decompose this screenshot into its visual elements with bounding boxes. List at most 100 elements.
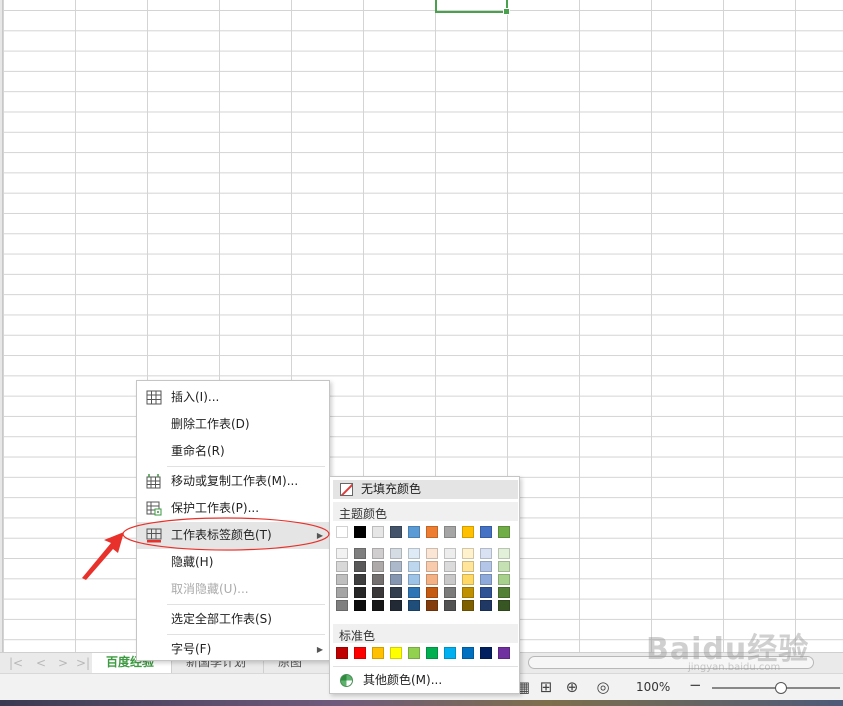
theme-shade-swatch[interactable]	[498, 574, 510, 585]
standard-color-swatch[interactable]	[462, 647, 474, 659]
standard-color-swatch[interactable]	[390, 647, 402, 659]
theme-shade-swatch[interactable]	[336, 587, 348, 598]
theme-shade-swatch[interactable]	[354, 574, 366, 585]
theme-shade-swatch[interactable]	[408, 548, 420, 559]
page-break-view-icon[interactable]: ⊞	[537, 678, 555, 696]
theme-shade-swatch[interactable]	[408, 561, 420, 572]
theme-shade-swatch[interactable]	[498, 561, 510, 572]
theme-shade-swatch[interactable]	[408, 587, 420, 598]
theme-shade-swatch[interactable]	[498, 548, 510, 559]
standard-color-swatch[interactable]	[372, 647, 384, 659]
theme-shade-swatch[interactable]	[480, 587, 492, 598]
theme-shade-swatch[interactable]	[354, 600, 366, 611]
menu-item-move-copy[interactable]: 移动或复制工作表(M)...	[137, 468, 329, 495]
theme-color-swatch[interactable]	[390, 526, 402, 538]
theme-shade-swatch[interactable]	[444, 561, 456, 572]
theme-shade-swatch[interactable]	[390, 561, 402, 572]
theme-shade-swatch[interactable]	[444, 600, 456, 611]
theme-color-swatch[interactable]	[426, 526, 438, 538]
standard-color-swatch[interactable]	[408, 647, 420, 659]
menu-item-delete-sheet[interactable]: 删除工作表(D)	[137, 411, 329, 438]
theme-shade-swatch[interactable]	[372, 548, 384, 559]
theme-shade-swatch[interactable]	[336, 561, 348, 572]
standard-color-swatch[interactable]	[426, 647, 438, 659]
more-colors-label: 其他颜色(M)...	[363, 673, 443, 687]
menu-item-insert[interactable]: 插入(I)...	[137, 384, 329, 411]
theme-color-row	[336, 526, 510, 538]
theme-shade-swatch[interactable]	[408, 574, 420, 585]
reading-mode-icon[interactable]: ◎	[594, 678, 612, 696]
submenu-arrow-icon: ▶	[316, 645, 323, 654]
theme-shade-swatch[interactable]	[444, 574, 456, 585]
theme-color-swatch[interactable]	[408, 526, 420, 538]
zoom-level[interactable]: 100%	[636, 680, 670, 694]
theme-shade-swatch[interactable]	[336, 548, 348, 559]
zoom-out-icon[interactable]: −	[689, 676, 702, 694]
theme-shade-swatch[interactable]	[390, 574, 402, 585]
menu-item-label: 选定全部工作表(S)	[171, 612, 272, 626]
theme-shade-swatch[interactable]	[426, 600, 438, 611]
menu-item-font-size[interactable]: 字号(F) ▶	[137, 636, 329, 663]
theme-shade-swatch[interactable]	[498, 600, 510, 611]
theme-shade-swatch[interactable]	[336, 574, 348, 585]
theme-color-swatch[interactable]	[444, 526, 456, 538]
theme-shade-swatch[interactable]	[390, 600, 402, 611]
menu-item-rename[interactable]: 重命名(R)	[137, 438, 329, 465]
no-fill-color-option[interactable]: 无填充颜色	[333, 480, 518, 499]
theme-shade-swatch[interactable]	[426, 587, 438, 598]
theme-shade-swatch[interactable]	[480, 561, 492, 572]
theme-shade-swatch[interactable]	[336, 600, 348, 611]
theme-shade-swatch[interactable]	[354, 587, 366, 598]
menu-item-tab-color[interactable]: 工作表标签颜色(T) ▶	[137, 522, 329, 549]
theme-shade-swatch[interactable]	[462, 600, 474, 611]
active-cell-selection[interactable]	[435, 0, 510, 15]
standard-color-swatch[interactable]	[336, 647, 348, 659]
theme-shade-swatch[interactable]	[462, 587, 474, 598]
menu-item-select-all-sheets[interactable]: 选定全部工作表(S)	[137, 606, 329, 633]
theme-color-swatch[interactable]	[498, 526, 510, 538]
theme-shade-swatch[interactable]	[390, 587, 402, 598]
theme-shade-swatch[interactable]	[480, 600, 492, 611]
theme-shade-swatch[interactable]	[408, 600, 420, 611]
theme-shade-swatch[interactable]	[372, 587, 384, 598]
theme-shade-swatch[interactable]	[354, 561, 366, 572]
menu-item-protect-sheet[interactable]: 保护工作表(P)...	[137, 495, 329, 522]
menu-item-label: 隐藏(H)	[171, 555, 214, 569]
theme-shade-swatch[interactable]	[372, 574, 384, 585]
theme-shade-swatch[interactable]	[426, 548, 438, 559]
theme-shade-swatch[interactable]	[462, 561, 474, 572]
theme-shade-swatch[interactable]	[480, 574, 492, 585]
menu-item-hide[interactable]: 隐藏(H)	[137, 549, 329, 576]
theme-shade-swatch[interactable]	[462, 548, 474, 559]
page-layout-view-icon[interactable]: ⊕	[563, 678, 581, 696]
theme-color-swatch[interactable]	[354, 526, 366, 538]
theme-color-swatch[interactable]	[372, 526, 384, 538]
last-sheet-icon[interactable]: >|	[75, 655, 91, 671]
standard-color-swatch[interactable]	[354, 647, 366, 659]
theme-shade-swatch[interactable]	[426, 574, 438, 585]
theme-shade-swatch[interactable]	[462, 574, 474, 585]
prev-sheet-icon[interactable]: <	[33, 655, 49, 671]
more-colors-option[interactable]: 其他颜色(M)...	[333, 670, 518, 691]
theme-color-swatch[interactable]	[480, 526, 492, 538]
theme-colors-label: 主题颜色	[339, 507, 388, 521]
standard-color-swatch[interactable]	[444, 647, 456, 659]
first-sheet-icon[interactable]: |<	[8, 655, 24, 671]
zoom-slider-thumb[interactable]	[775, 682, 787, 694]
standard-color-swatch[interactable]	[498, 647, 510, 659]
theme-shade-swatch[interactable]	[498, 587, 510, 598]
theme-shade-swatch[interactable]	[372, 561, 384, 572]
theme-shade-swatch[interactable]	[444, 587, 456, 598]
theme-shade-row	[336, 587, 510, 598]
theme-shade-swatch[interactable]	[372, 600, 384, 611]
theme-shade-swatch[interactable]	[444, 548, 456, 559]
theme-shade-swatch[interactable]	[354, 548, 366, 559]
theme-color-swatch[interactable]	[336, 526, 348, 538]
next-sheet-icon[interactable]: >	[55, 655, 71, 671]
standard-color-swatch[interactable]	[480, 647, 492, 659]
theme-shade-swatch[interactable]	[480, 548, 492, 559]
theme-shade-swatch[interactable]	[426, 561, 438, 572]
submenu-arrow-icon: ▶	[316, 531, 323, 540]
theme-shade-swatch[interactable]	[390, 548, 402, 559]
theme-color-swatch[interactable]	[462, 526, 474, 538]
